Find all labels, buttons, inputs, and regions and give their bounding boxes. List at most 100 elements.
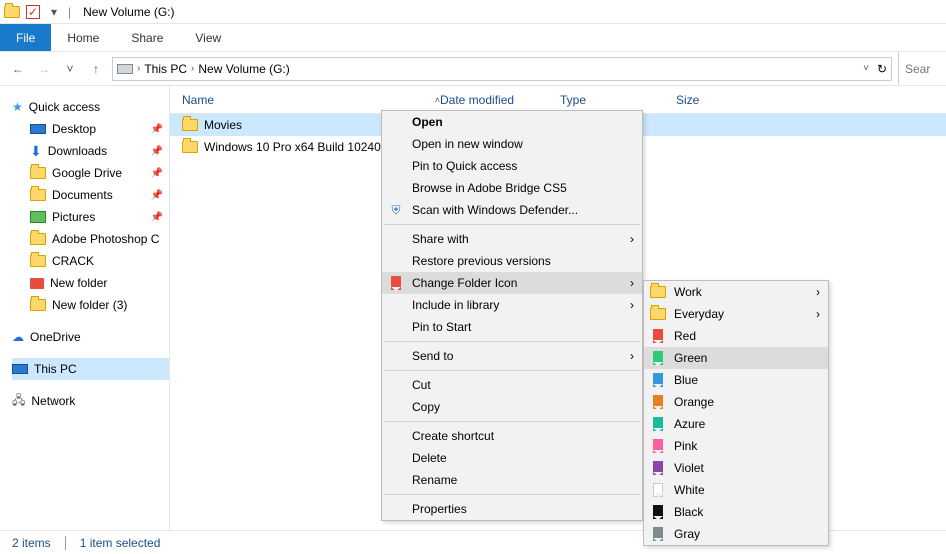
- color-label: Orange: [674, 395, 714, 409]
- recent-dropdown-icon[interactable]: ˅: [60, 59, 80, 79]
- submenu-color-violet[interactable]: Violet: [644, 457, 828, 479]
- sidebar-item-gdrive[interactable]: Google Drive📌: [12, 162, 169, 184]
- status-count: 2 items: [12, 536, 51, 550]
- color-swatch-icon: [650, 394, 666, 410]
- sidebar-onedrive[interactable]: ☁OneDrive: [12, 326, 169, 348]
- menu-include-library[interactable]: Include in library›: [382, 294, 642, 316]
- sidebar-label: Quick access: [29, 100, 100, 114]
- menu-restore-versions[interactable]: Restore previous versions: [382, 250, 642, 272]
- file-name: Movies: [204, 118, 242, 132]
- color-label: Azure: [674, 417, 705, 431]
- menu-send-to[interactable]: Send to›: [382, 345, 642, 367]
- drive-icon: [117, 64, 133, 74]
- sidebar-item-label: Desktop: [52, 122, 96, 136]
- sidebar-item-label: New folder (3): [52, 298, 127, 312]
- crumb-volume[interactable]: New Volume (G:): [198, 62, 289, 76]
- sidebar-item-photoshop[interactable]: Adobe Photoshop C: [12, 228, 169, 250]
- color-label: Green: [674, 351, 707, 365]
- menu-properties[interactable]: Properties: [382, 498, 642, 520]
- chevron-right-icon[interactable]: ›: [191, 63, 194, 74]
- folder-icon: [650, 284, 666, 300]
- sidebar-item-downloads[interactable]: ⬇Downloads📌: [12, 140, 169, 162]
- address-dropdown-icon[interactable]: ˅: [863, 63, 869, 74]
- cloud-icon: ☁: [12, 330, 24, 344]
- checkbox-qat-icon[interactable]: ✓: [26, 5, 40, 19]
- qat-overflow-icon[interactable]: ▾: [46, 4, 62, 20]
- separator: [384, 421, 640, 422]
- color-submenu: Work› Everyday› Red Green Blue Orange Azure P…: [643, 280, 829, 546]
- sidebar-quick-access[interactable]: ★ Quick access: [12, 96, 169, 118]
- window-title: New Volume (G:): [83, 5, 174, 19]
- submenu-color-blue[interactable]: Blue: [644, 369, 828, 391]
- sidebar-item-pictures[interactable]: Pictures📌: [12, 206, 169, 228]
- menu-delete[interactable]: Delete: [382, 447, 642, 469]
- chevron-right-icon: ›: [630, 349, 634, 363]
- sidebar-item-label: Downloads: [48, 144, 107, 158]
- separator: |: [68, 5, 71, 19]
- menu-pin-quick-access[interactable]: Pin to Quick access: [382, 155, 642, 177]
- sidebar-item-documents[interactable]: Documents📌: [12, 184, 169, 206]
- shield-icon: ⛨: [388, 202, 404, 218]
- sidebar-this-pc[interactable]: This PC: [12, 358, 169, 380]
- col-name[interactable]: Name˄: [182, 93, 440, 107]
- color-label: White: [674, 483, 705, 497]
- menu-cut[interactable]: Cut: [382, 374, 642, 396]
- col-size[interactable]: Size: [676, 93, 756, 107]
- folder-icon: [30, 189, 46, 201]
- menu-share-with[interactable]: Share with›: [382, 228, 642, 250]
- col-modified[interactable]: Date modified: [440, 93, 560, 107]
- menu-change-folder-icon[interactable]: Change Folder Icon›: [382, 272, 642, 294]
- submenu-color-white[interactable]: White: [644, 479, 828, 501]
- color-swatch-icon: [650, 416, 666, 432]
- tab-share[interactable]: Share: [115, 24, 179, 51]
- forward-button[interactable]: →: [34, 59, 54, 79]
- submenu-color-red[interactable]: Red: [644, 325, 828, 347]
- submenu-color-gray[interactable]: Gray: [644, 523, 828, 545]
- submenu-color-black[interactable]: Black: [644, 501, 828, 523]
- file-name: Windows 10 Pro x64 Build 10240: [204, 140, 381, 154]
- menu-rename[interactable]: Rename: [382, 469, 642, 491]
- menu-copy[interactable]: Copy: [382, 396, 642, 418]
- sidebar-item-label: CRACK: [52, 254, 94, 268]
- context-menu: Open Open in new window Pin to Quick acc…: [381, 110, 643, 521]
- submenu-color-orange[interactable]: Orange: [644, 391, 828, 413]
- menu-adobe-bridge[interactable]: Browse in Adobe Bridge CS5: [382, 177, 642, 199]
- menu-open[interactable]: Open: [382, 111, 642, 133]
- search-input[interactable]: Sear: [898, 52, 938, 85]
- menu-open-new-window[interactable]: Open in new window: [382, 133, 642, 155]
- submenu-work[interactable]: Work›: [644, 281, 828, 303]
- sidebar-item-newfolder3[interactable]: New folder (3): [12, 294, 169, 316]
- address-bar[interactable]: › This PC › New Volume (G:) ˅ ↻: [112, 57, 892, 81]
- menu-defender-scan[interactable]: ⛨Scan with Windows Defender...: [382, 199, 642, 221]
- refresh-button[interactable]: ↻: [877, 62, 887, 76]
- col-type[interactable]: Type: [560, 93, 676, 107]
- menu-create-shortcut[interactable]: Create shortcut: [382, 425, 642, 447]
- tab-home[interactable]: Home: [51, 24, 115, 51]
- status-selected: 1 item selected: [80, 536, 161, 550]
- back-button[interactable]: ←: [8, 59, 28, 79]
- tab-view[interactable]: View: [179, 24, 237, 51]
- sidebar-label: Network: [31, 394, 75, 408]
- sidebar-item-crack[interactable]: CRACK: [12, 250, 169, 272]
- submenu-color-green[interactable]: Green: [644, 347, 828, 369]
- color-label: Red: [674, 329, 696, 343]
- submenu-color-azure[interactable]: Azure: [644, 413, 828, 435]
- folder-icon: [650, 306, 666, 322]
- up-button[interactable]: ↑: [86, 59, 106, 79]
- tab-file[interactable]: File: [0, 24, 51, 51]
- sidebar-item-label: Google Drive: [52, 166, 122, 180]
- menu-pin-start[interactable]: Pin to Start: [382, 316, 642, 338]
- submenu-color-pink[interactable]: Pink: [644, 435, 828, 457]
- submenu-everyday[interactable]: Everyday›: [644, 303, 828, 325]
- divider: [65, 536, 66, 550]
- chevron-right-icon[interactable]: ›: [137, 63, 140, 74]
- chevron-right-icon: ›: [816, 307, 820, 321]
- crumb-this-pc[interactable]: This PC: [144, 62, 187, 76]
- sidebar-network[interactable]: 🖧Network: [12, 390, 169, 412]
- pin-icon: 📌: [151, 124, 163, 135]
- sidebar-item-desktop[interactable]: Desktop 📌: [12, 118, 169, 140]
- chevron-right-icon: ›: [630, 298, 634, 312]
- color-label: Violet: [674, 461, 704, 475]
- sidebar-item-newfolder[interactable]: New folder: [12, 272, 169, 294]
- separator: [384, 224, 640, 225]
